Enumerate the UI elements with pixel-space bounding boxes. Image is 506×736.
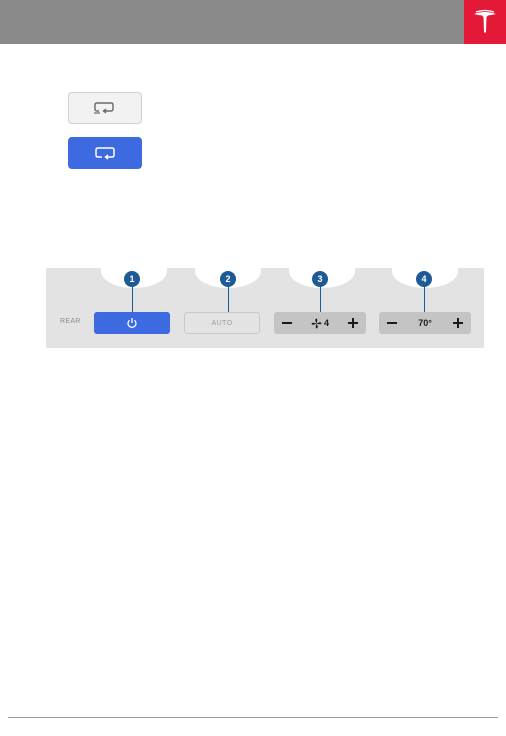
callout-2: 2 bbox=[220, 271, 236, 287]
footer-divider bbox=[8, 717, 498, 718]
tesla-logo-icon bbox=[474, 9, 496, 33]
fan-icon bbox=[311, 318, 322, 328]
minus-icon bbox=[282, 322, 292, 324]
rear-power-button[interactable] bbox=[94, 312, 170, 334]
fan-increase-button[interactable] bbox=[346, 316, 360, 330]
rear-label: REAR bbox=[60, 318, 81, 325]
power-icon bbox=[127, 318, 137, 328]
header-bar bbox=[0, 0, 506, 44]
fan-speed-display: 4 bbox=[311, 318, 329, 329]
tesla-logo bbox=[464, 0, 506, 44]
fan-decrease-button[interactable] bbox=[280, 316, 294, 330]
outside-air-button[interactable] bbox=[68, 92, 142, 124]
inside-air-recirculation-icon bbox=[95, 147, 115, 160]
temperature-stepper: 70° bbox=[379, 312, 471, 334]
callout-1: 1 bbox=[124, 271, 140, 287]
temperature-increase-button[interactable] bbox=[451, 316, 465, 330]
callout-4: 4 bbox=[416, 271, 432, 287]
outside-air-recirculation-icon bbox=[94, 102, 114, 114]
fan-speed-stepper: 4 bbox=[274, 312, 366, 334]
auto-button[interactable]: AUTO bbox=[184, 312, 260, 334]
callout-3: 3 bbox=[312, 271, 328, 287]
temperature-value: 70° bbox=[418, 318, 432, 328]
recirculate-button[interactable] bbox=[68, 137, 142, 169]
minus-icon bbox=[387, 322, 397, 324]
temperature-display: 70° bbox=[418, 318, 432, 328]
temperature-decrease-button[interactable] bbox=[385, 316, 399, 330]
fan-speed-value: 4 bbox=[323, 318, 329, 328]
